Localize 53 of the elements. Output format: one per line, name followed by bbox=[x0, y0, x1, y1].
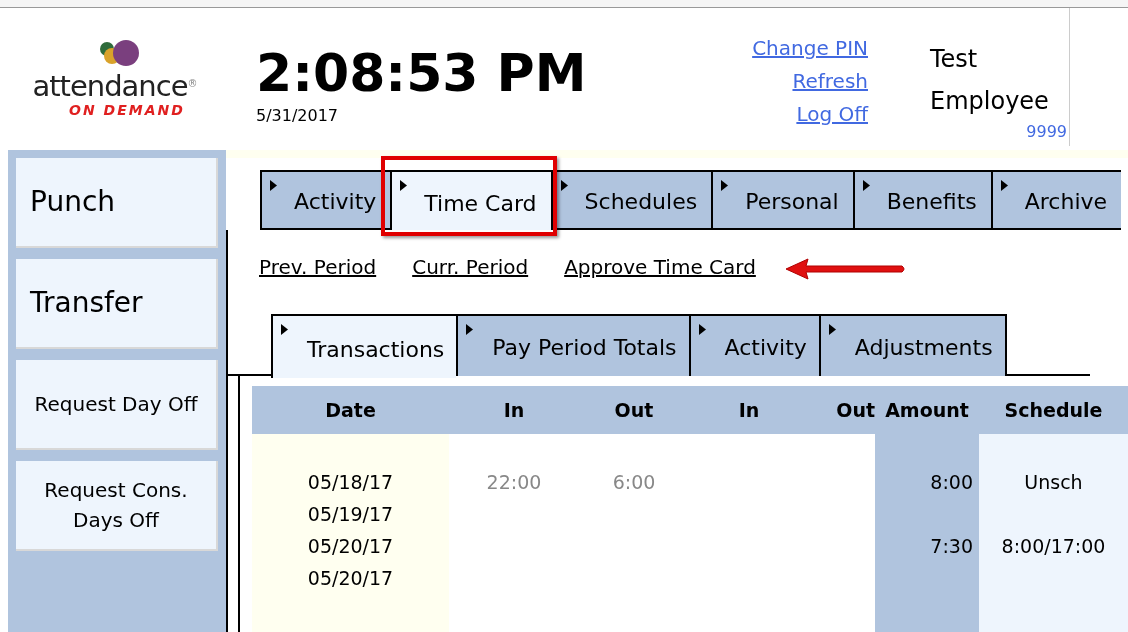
subtab[interactable]: Adjustments bbox=[818, 314, 1007, 376]
sidebar-button[interactable]: Punch bbox=[16, 158, 218, 248]
period-link[interactable]: Curr. Period bbox=[412, 254, 529, 280]
clock-time: 2:08:53 PM bbox=[256, 42, 587, 105]
header-link[interactable]: Refresh bbox=[792, 67, 868, 96]
clock-date: 5/31/2017 bbox=[256, 106, 339, 126]
column-header: Out bbox=[579, 386, 689, 434]
column-header: Out bbox=[809, 386, 875, 434]
sidebar-button[interactable]: Transfer bbox=[16, 259, 218, 349]
subtab[interactable]: Activity bbox=[688, 314, 819, 376]
tab[interactable]: Archive bbox=[990, 170, 1122, 230]
table-cell: 05/20/17 bbox=[307, 567, 394, 589]
table-cell: 6:00 bbox=[612, 471, 656, 493]
table-cell: 05/20/17 bbox=[307, 535, 394, 557]
triangle-icon bbox=[560, 180, 568, 191]
table-cell: 05/19/17 bbox=[307, 503, 394, 525]
triangle-icon bbox=[270, 180, 277, 191]
column-header: Schedule bbox=[979, 386, 1128, 434]
header-link[interactable]: Log Off bbox=[796, 100, 868, 129]
triangle-icon bbox=[698, 324, 706, 335]
column-header: In bbox=[689, 386, 809, 434]
tab[interactable]: Benefits bbox=[852, 170, 991, 230]
table-cell: Unsch bbox=[1024, 471, 1083, 493]
period-link[interactable]: Approve Time Card bbox=[564, 254, 756, 280]
triangle-icon bbox=[466, 324, 474, 335]
employee-name: Test Employee bbox=[930, 44, 1050, 117]
tab[interactable]: Time Card bbox=[390, 170, 551, 230]
tab[interactable]: Personal bbox=[711, 170, 853, 230]
logo-tagline: ON DEMAND bbox=[69, 102, 185, 118]
triangle-icon bbox=[828, 324, 836, 335]
triangle-icon bbox=[281, 324, 288, 335]
header-link[interactable]: Change PIN bbox=[752, 34, 868, 63]
table-cell: 05/18/17 bbox=[307, 471, 394, 493]
triangle-icon bbox=[400, 180, 408, 191]
tab[interactable]: Activity bbox=[260, 170, 391, 230]
subtab[interactable]: Pay Period Totals bbox=[456, 314, 689, 376]
registered-mark: ® bbox=[187, 77, 198, 91]
logo-wordmark: attendance bbox=[32, 70, 188, 102]
triangle-icon bbox=[862, 180, 870, 191]
triangle-icon bbox=[721, 180, 729, 191]
subtab[interactable]: Transactions bbox=[271, 314, 457, 378]
employee-id: 9999 bbox=[1026, 122, 1067, 142]
tab[interactable]: Schedules bbox=[550, 170, 712, 230]
table-cell: 8:00/17:00 bbox=[1001, 535, 1106, 557]
sidebar-button[interactable]: Request Cons. Days Off bbox=[16, 461, 218, 551]
period-link[interactable]: Prev. Period bbox=[259, 254, 377, 280]
column-header: Date bbox=[252, 386, 449, 434]
table-cell: 8:00 bbox=[930, 471, 973, 493]
sidebar-button[interactable]: Request Day Off bbox=[16, 360, 218, 450]
table-cell: 22:00 bbox=[486, 471, 542, 493]
table-cell: 7:30 bbox=[930, 535, 973, 557]
column-header: In bbox=[449, 386, 579, 434]
triangle-icon bbox=[1000, 180, 1008, 191]
